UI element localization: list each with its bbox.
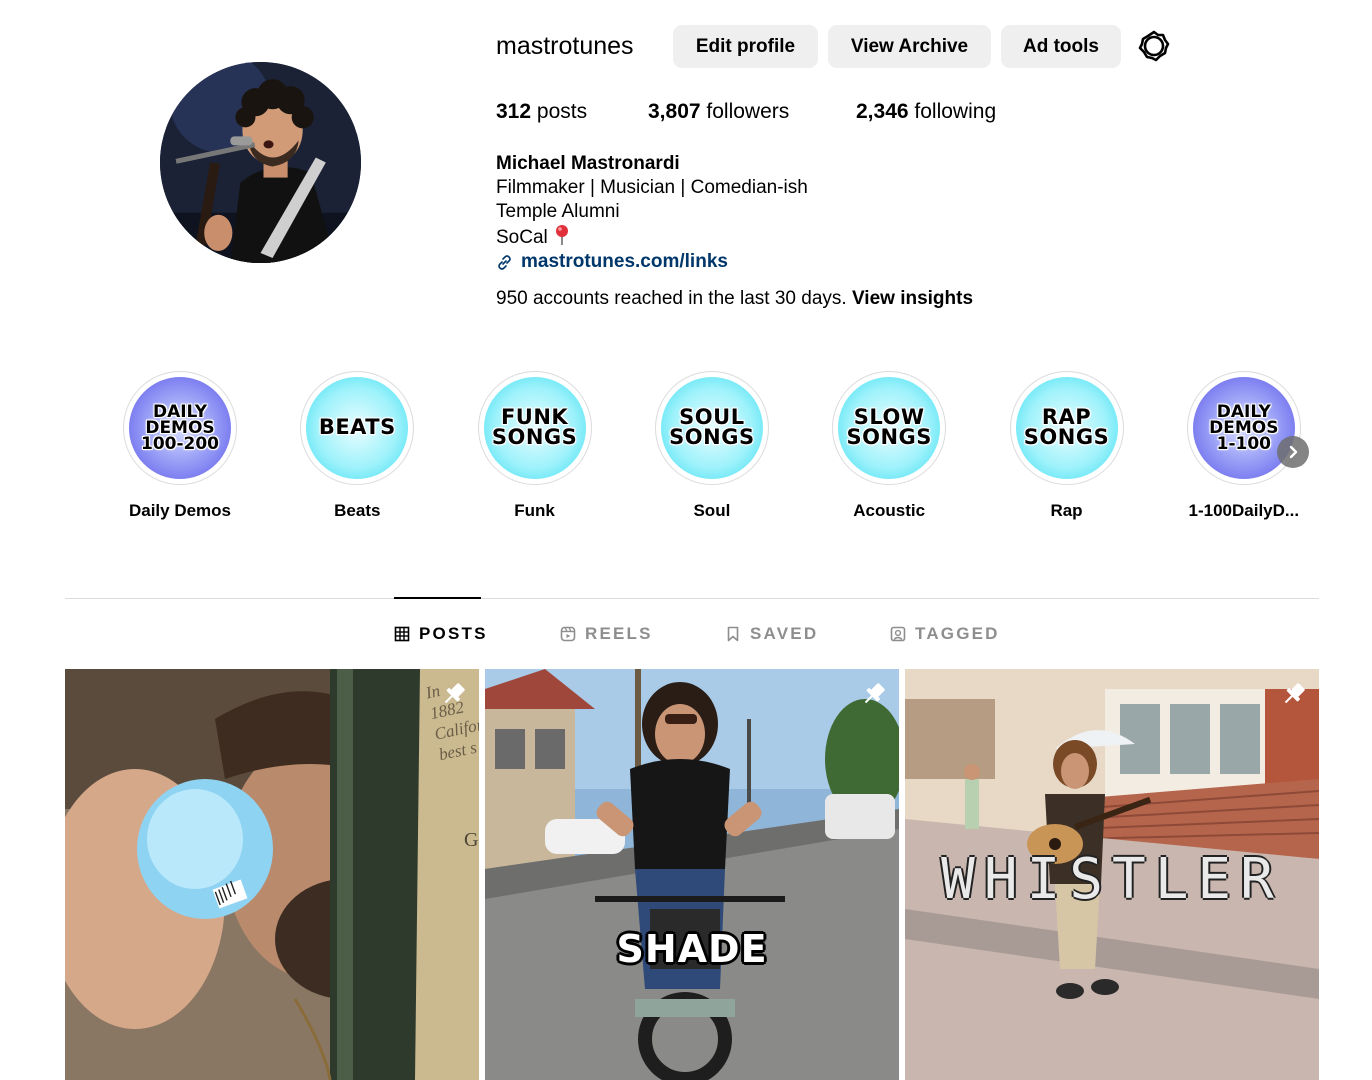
highlight-cover: FUNK SONGS bbox=[483, 377, 586, 479]
post-caption-shade: SHADE bbox=[616, 927, 768, 971]
highlight-label: Acoustic bbox=[853, 501, 926, 520]
tagged-person-icon bbox=[890, 626, 906, 642]
highlight-cover-ring: FUNK SONGS bbox=[477, 371, 592, 485]
following-count: 2,346 bbox=[856, 100, 909, 123]
highlight-cover-text: RAP SONGS bbox=[1023, 405, 1110, 449]
pinned-post-icon bbox=[1284, 683, 1305, 704]
following-stat[interactable]: 2,346 following bbox=[856, 99, 996, 125]
grid-icon bbox=[394, 626, 410, 642]
tab-posts[interactable]: POSTS bbox=[394, 624, 488, 644]
followers-label: followers bbox=[706, 100, 790, 123]
tab-saved-label: SAVED bbox=[750, 624, 819, 643]
reels-icon bbox=[560, 626, 576, 642]
highlight-cover: SLOW SONGS bbox=[838, 377, 941, 479]
post-tile[interactable]: WHISTLER bbox=[905, 669, 1319, 1080]
highlight-cover: SOUL SONGS bbox=[660, 377, 763, 479]
insights-text: 950 accounts reached in the last 30 days… bbox=[496, 288, 847, 309]
tabs-divider bbox=[65, 598, 1319, 599]
tab-tagged-label: TAGGED bbox=[915, 624, 1000, 643]
chevron-right-icon bbox=[1289, 445, 1298, 459]
highlight-label: Rap bbox=[1050, 501, 1083, 520]
post-tile[interactable]: SHADE bbox=[485, 669, 899, 1080]
profile-bio: Michael Mastronardi Filmmaker | Musician… bbox=[496, 152, 808, 274]
highlight-label: Daily Demos bbox=[128, 501, 232, 520]
post-tile[interactable]: In 1882 Califor best s GC bbox=[65, 669, 479, 1080]
profile-username: mastrotunes bbox=[496, 32, 634, 60]
avatar-photo bbox=[160, 62, 361, 263]
highlight-label: Funk bbox=[514, 501, 555, 520]
view-archive-button[interactable]: View Archive bbox=[828, 25, 991, 68]
highlight-label: 1-100DailyD... bbox=[1188, 501, 1300, 520]
posts-stat: 312 posts bbox=[496, 99, 587, 125]
tab-posts-label: POSTS bbox=[419, 624, 488, 643]
bio-link-text[interactable]: mastrotunes.com/links bbox=[521, 250, 728, 274]
highlight-cover: BEATS bbox=[306, 377, 409, 479]
link-icon bbox=[498, 254, 511, 270]
bio-line-3-wrap: SoCal bbox=[496, 224, 808, 250]
highlight-cover-text: SLOW SONGS bbox=[846, 405, 932, 449]
profile-avatar[interactable] bbox=[160, 62, 361, 263]
highlight-cover: DAILY DEMOS 100-200 bbox=[129, 377, 231, 479]
tab-saved[interactable]: SAVED bbox=[725, 624, 818, 644]
round-pushpin-icon bbox=[555, 225, 568, 245]
active-tab-indicator bbox=[394, 597, 481, 599]
bio-full-name: Michael Mastronardi bbox=[496, 153, 680, 174]
pinned-post-icon bbox=[864, 683, 885, 704]
edit-profile-button[interactable]: Edit profile bbox=[673, 25, 818, 68]
posts-label: posts bbox=[536, 100, 588, 123]
pinned-post-icon bbox=[444, 683, 465, 704]
bio-line-2: Temple Alumni bbox=[496, 201, 620, 222]
highlight-cover: RAP SONGS bbox=[1015, 377, 1118, 479]
highlight-label: Beats bbox=[334, 501, 381, 520]
highlight-cover-text: DAILY DEMOS 100-200 bbox=[140, 401, 220, 455]
followers-stat[interactable]: 3,807 followers bbox=[648, 99, 789, 125]
highlight-cover-text: SOUL SONGS bbox=[669, 405, 755, 449]
following-label: following bbox=[914, 100, 997, 123]
highlight-label: Soul bbox=[693, 501, 731, 520]
insights-summary: 950 accounts reached in the last 30 days… bbox=[496, 287, 973, 311]
highlight-cover-ring: DAILY DEMOS 100-200 bbox=[123, 371, 237, 485]
highlights-next-button[interactable] bbox=[1277, 436, 1309, 468]
post-caption-whistler: WHISTLER bbox=[941, 847, 1283, 912]
post-sign-text-bottom: GC bbox=[464, 829, 479, 851]
highlight-cover: DAILY DEMOS 1-100 bbox=[1192, 377, 1295, 479]
bio-link[interactable]: mastrotunes.com/links bbox=[496, 250, 808, 274]
bio-line-1: Filmmaker | Musician | Comedian-ish bbox=[496, 177, 808, 198]
highlight-cover-ring: SOUL SONGS bbox=[654, 371, 769, 485]
posts-count: 312 bbox=[496, 100, 532, 123]
tab-reels[interactable]: REELS bbox=[560, 624, 653, 644]
followers-count: 3,807 bbox=[648, 100, 701, 123]
highlight-cover-ring: BEATS bbox=[300, 371, 415, 485]
bio-line-3: SoCal bbox=[496, 227, 548, 248]
tab-tagged[interactable]: TAGGED bbox=[890, 624, 1000, 644]
highlight-cover-ring: SLOW SONGS bbox=[832, 371, 947, 485]
highlight-cover-text: DAILY DEMOS 1-100 bbox=[1209, 401, 1279, 455]
post-image bbox=[65, 669, 479, 1080]
bookmark-icon bbox=[727, 626, 739, 642]
view-insights-link[interactable]: View insights bbox=[852, 288, 973, 309]
post-image bbox=[485, 669, 899, 1080]
highlight-cover-text: FUNK SONGS bbox=[491, 405, 578, 449]
settings-gear-icon[interactable] bbox=[1137, 29, 1171, 63]
highlight-cover-ring: DAILY DEMOS 1-100 bbox=[1186, 371, 1301, 485]
highlight-cover-ring: RAP SONGS bbox=[1009, 371, 1124, 485]
tab-reels-label: REELS bbox=[585, 624, 653, 643]
highlight-cover-text: BEATS bbox=[318, 415, 396, 440]
ad-tools-button[interactable]: Ad tools bbox=[1001, 25, 1121, 68]
